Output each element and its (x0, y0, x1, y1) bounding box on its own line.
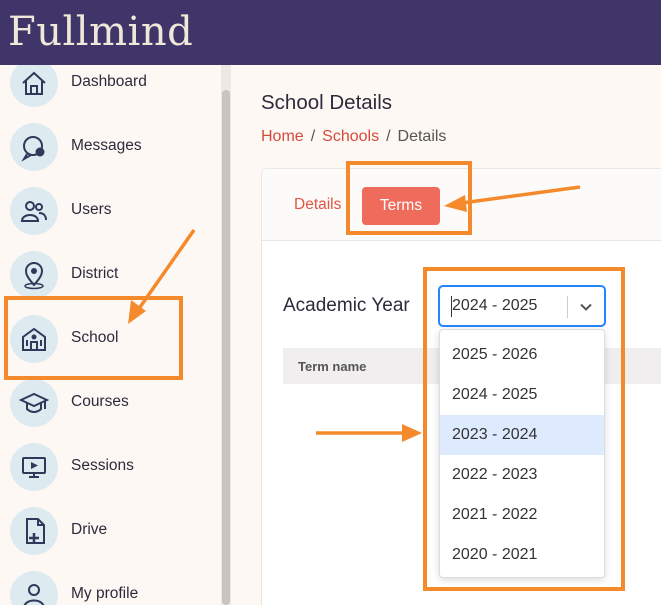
sidebar-item-label: Courses (71, 393, 129, 410)
breadcrumb-separator: / (310, 128, 316, 145)
tab-details[interactable]: Details (294, 196, 341, 214)
breadcrumb-home[interactable]: Home (261, 128, 304, 145)
sidebar-item-users[interactable]: Users (0, 187, 221, 251)
sidebar-item-dashboard[interactable]: Dashboard (0, 65, 221, 123)
sidebar-item-my-profile[interactable]: My profile (0, 571, 221, 605)
home-icon (10, 65, 58, 107)
breadcrumb-schools[interactable]: Schools (322, 128, 379, 145)
page-title: School Details (261, 91, 393, 114)
person-icon (10, 571, 58, 605)
app-logo[interactable]: Fullmind (8, 4, 193, 60)
highlight-box-terms-tab (346, 161, 472, 235)
academic-year-label: Academic Year (283, 295, 410, 316)
users-icon (10, 187, 58, 235)
sidebar-item-label: Dashboard (71, 73, 147, 90)
column-header-term-name: Term name (298, 359, 367, 374)
breadcrumb-separator: / (386, 128, 391, 145)
sidebar-item-messages[interactable]: Messages (0, 123, 221, 187)
highlight-box-academic-year (423, 267, 625, 591)
sidebar-item-drive[interactable]: Drive (0, 507, 221, 571)
sidebar-item-courses[interactable]: Courses (0, 379, 221, 443)
chat-icon (10, 123, 58, 171)
file-add-icon (10, 507, 58, 555)
sidebar-item-label: Drive (71, 521, 108, 538)
sidebar-item-label: District (71, 265, 119, 282)
sidebar-item-label: Sessions (71, 457, 134, 474)
sidebar-item-label: My profile (71, 585, 139, 602)
sidebar-item-label: Users (71, 201, 112, 218)
top-bar: Fullmind (0, 0, 661, 65)
breadcrumb: Home / Schools / Details (261, 128, 446, 146)
sidebar-scrollbar-thumb[interactable] (222, 90, 230, 605)
graduation-cap-icon (10, 379, 58, 427)
breadcrumb-current: Details (397, 128, 447, 145)
sidebar-item-sessions[interactable]: Sessions (0, 443, 221, 507)
highlight-box-school (4, 296, 183, 380)
video-screen-icon (10, 443, 58, 491)
map-pin-icon (10, 251, 58, 299)
sidebar-item-label: Messages (71, 137, 142, 154)
